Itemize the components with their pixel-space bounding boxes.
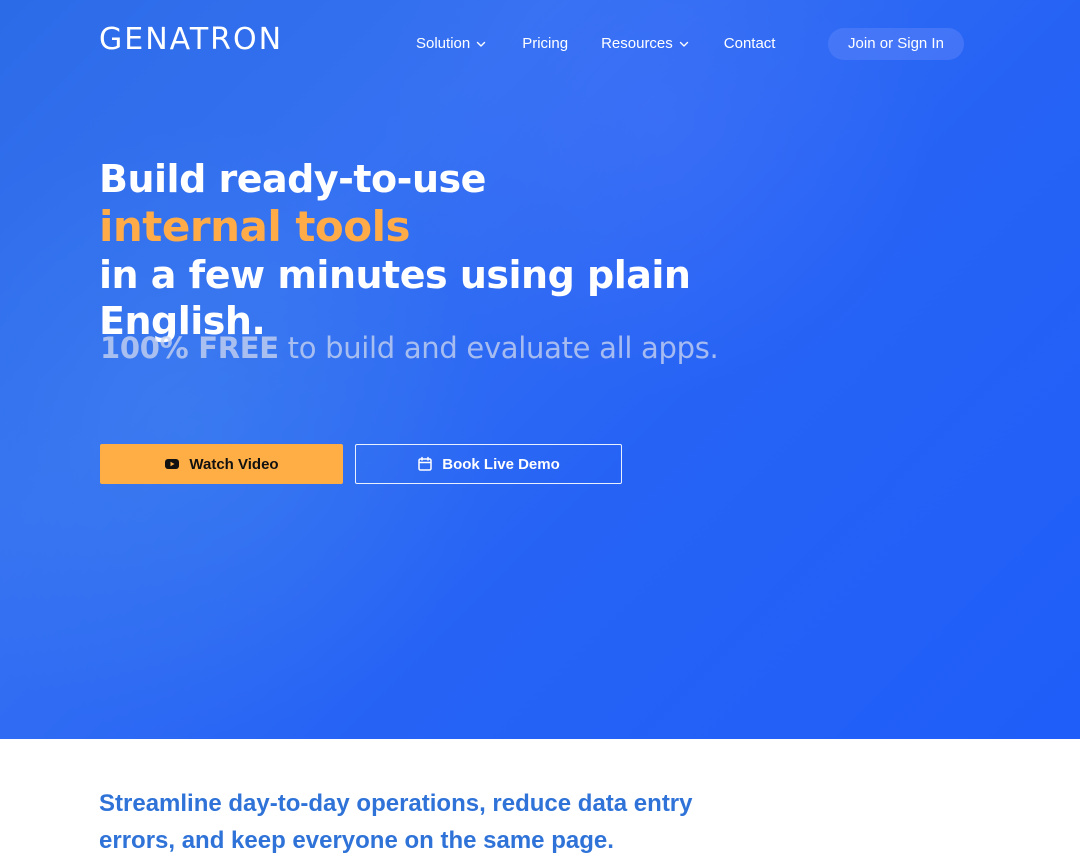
hero-subheadline: 100% FREE to build and evaluate all apps… xyxy=(100,329,719,367)
headline-line-2-highlight: internal tools xyxy=(99,202,411,251)
subheadline-free: 100% FREE xyxy=(100,331,279,365)
book-live-demo-button[interactable]: Book Live Demo xyxy=(355,444,622,484)
chevron-down-icon xyxy=(679,41,688,47)
nav-links: Solution Pricing Resources Contact xyxy=(416,34,775,54)
nav-solution-label: Solution xyxy=(416,35,471,52)
hero-headline: Build ready-to-use internal tools in a f… xyxy=(99,156,859,344)
nav-resources-label: Resources xyxy=(601,35,673,52)
hero-section: GENATRON Solution Pricing Resources Cont… xyxy=(0,0,1080,739)
nav-pricing[interactable]: Pricing xyxy=(522,34,568,54)
join-or-sign-in-button[interactable]: Join or Sign In xyxy=(828,28,964,60)
youtube-icon xyxy=(165,459,180,469)
features-tagline: Streamline day-to-day operations, reduce… xyxy=(99,790,693,854)
nav-contact[interactable]: Contact xyxy=(724,34,776,54)
nav-resources[interactable]: Resources xyxy=(601,34,691,54)
headline-line-1: Build ready-to-use xyxy=(99,157,486,201)
nav-contact-label: Contact xyxy=(723,35,776,52)
calendar-icon xyxy=(418,456,432,471)
genatron-logo[interactable]: GENATRON xyxy=(99,24,283,56)
top-navigation: GENATRON Solution Pricing Resources Cont… xyxy=(0,0,1080,88)
subheadline-rest: to build and evaluate all apps. xyxy=(278,331,719,365)
watch-video-label: Watch Video xyxy=(189,455,279,473)
book-live-demo-label: Book Live Demo xyxy=(442,455,560,473)
nav-pricing-label: Pricing xyxy=(522,35,569,52)
nav-solution[interactable]: Solution xyxy=(416,34,488,54)
watch-video-button[interactable]: Watch Video xyxy=(100,444,343,484)
chevron-down-icon xyxy=(477,41,486,47)
